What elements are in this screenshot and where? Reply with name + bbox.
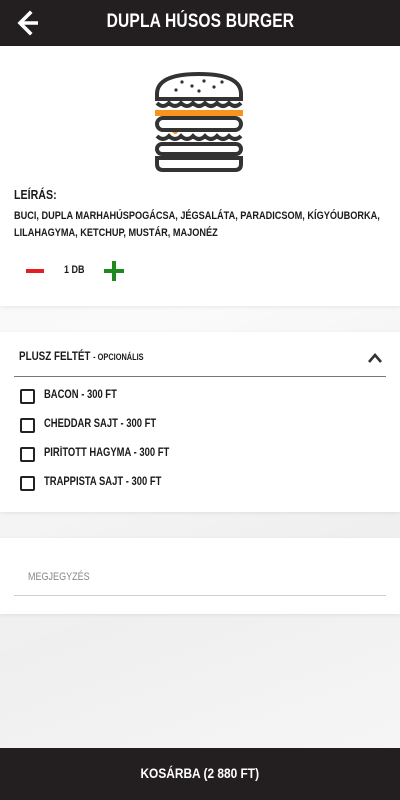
plus-icon	[104, 261, 124, 281]
increase-quantity-button[interactable]	[103, 260, 125, 282]
extras-card: PLUSZ FELTÉT - OPCIONÁLIS BACON - 300 FT…	[0, 332, 400, 512]
note-card: MEGJEGYZÉS	[0, 538, 400, 614]
checkbox[interactable]	[20, 418, 35, 433]
extras-header[interactable]: PLUSZ FELTÉT - OPCIONÁLIS	[19, 349, 171, 363]
checkbox[interactable]	[20, 476, 35, 491]
double-burger-icon	[155, 72, 243, 172]
description-text: BUCI, DUPLA MARHAHÚSPOGÁCSA, JÉGSALÁTA, …	[14, 210, 380, 239]
product-card: LEÍRÁS: BUCI, DUPLA MARHAHÚSPOGÁCSA, JÉG…	[0, 46, 400, 306]
extra-option-cheddar[interactable]: CHEDDAR SAJT - 300 FT	[19, 415, 319, 435]
option-label: PIRÍTOTT HAGYMA - 300 FT	[44, 447, 170, 459]
option-label: TRAPPISTA SAJT - 300 FT	[44, 476, 162, 488]
minus-icon	[26, 269, 44, 273]
divider	[14, 376, 386, 377]
quantity-value: 1 DB	[64, 264, 85, 276]
decrease-quantity-button[interactable]	[25, 261, 45, 281]
checkbox[interactable]	[20, 389, 35, 404]
extras-title: PLUSZ FELTÉT	[19, 349, 91, 363]
collapse-toggle[interactable]	[367, 351, 383, 363]
option-label: CHEDDAR SAJT - 300 FT	[44, 418, 157, 430]
extras-optional-label: - OPCIONÁLIS	[93, 352, 144, 362]
option-label: BACON - 300 FT	[44, 389, 117, 401]
checkbox[interactable]	[20, 447, 35, 462]
note-input[interactable]	[14, 562, 386, 596]
description-label: LEÍRÁS:	[14, 187, 57, 202]
add-to-cart-button[interactable]: KOSÁRBA (2 880 FT)	[0, 748, 400, 800]
chevron-up-icon	[368, 353, 382, 363]
extra-option-fried-onion[interactable]: PIRÍTOTT HAGYMA - 300 FT	[19, 444, 319, 464]
top-bar: DUPLA HÚSOS BURGER	[0, 0, 400, 46]
page-title: DUPLA HÚSOS BURGER	[106, 11, 294, 32]
extra-option-trappista[interactable]: TRAPPISTA SAJT - 300 FT	[19, 473, 319, 493]
extra-option-bacon[interactable]: BACON - 300 FT	[19, 386, 319, 406]
add-to-cart-label: KOSÁRBA (2 880 FT)	[140, 765, 260, 781]
